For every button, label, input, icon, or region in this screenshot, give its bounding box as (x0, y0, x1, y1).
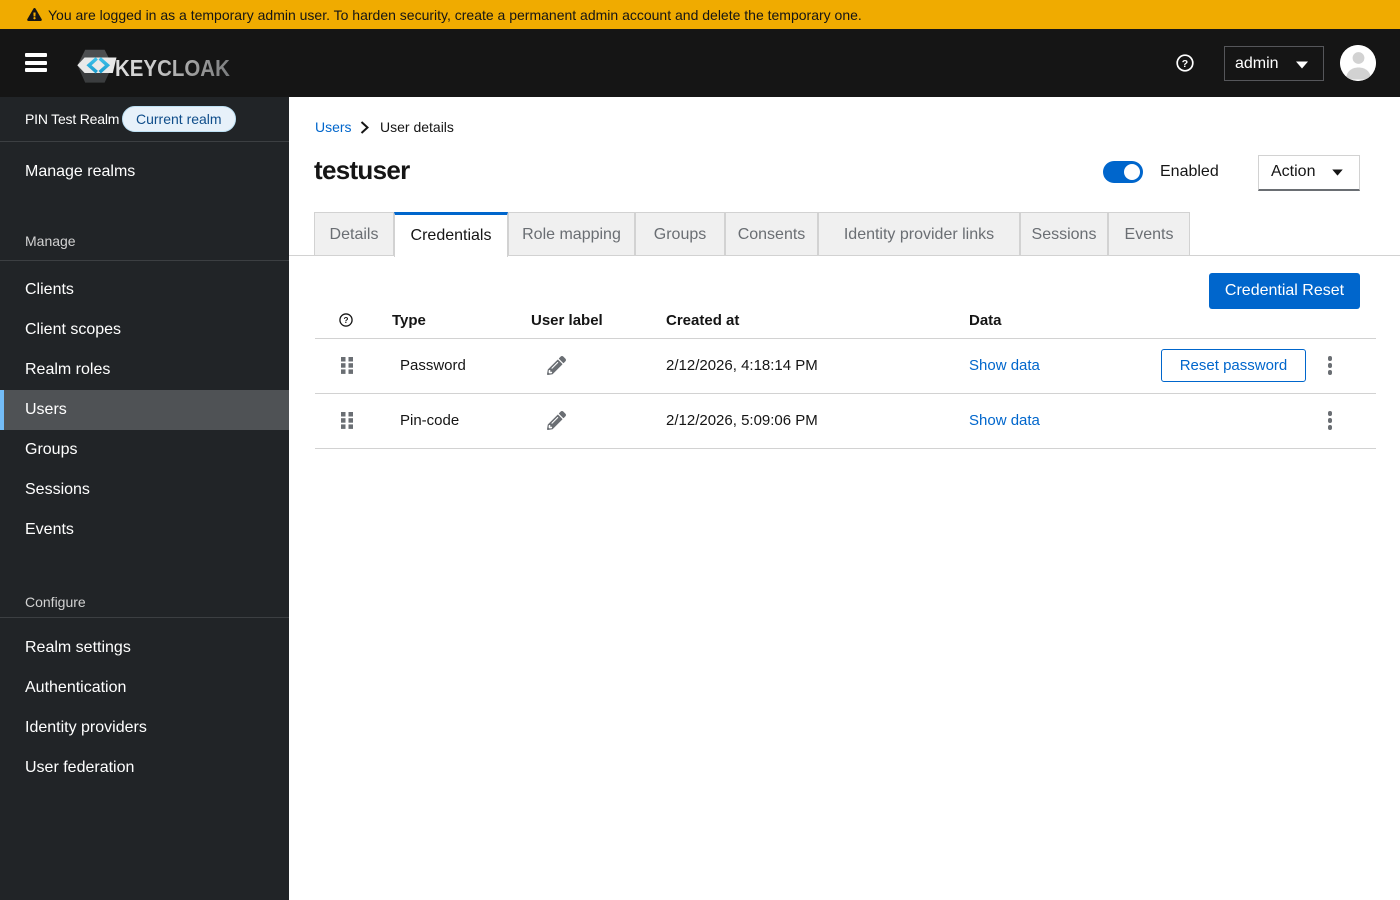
svg-text:?: ? (1182, 58, 1188, 70)
svg-text:?: ? (344, 316, 349, 325)
